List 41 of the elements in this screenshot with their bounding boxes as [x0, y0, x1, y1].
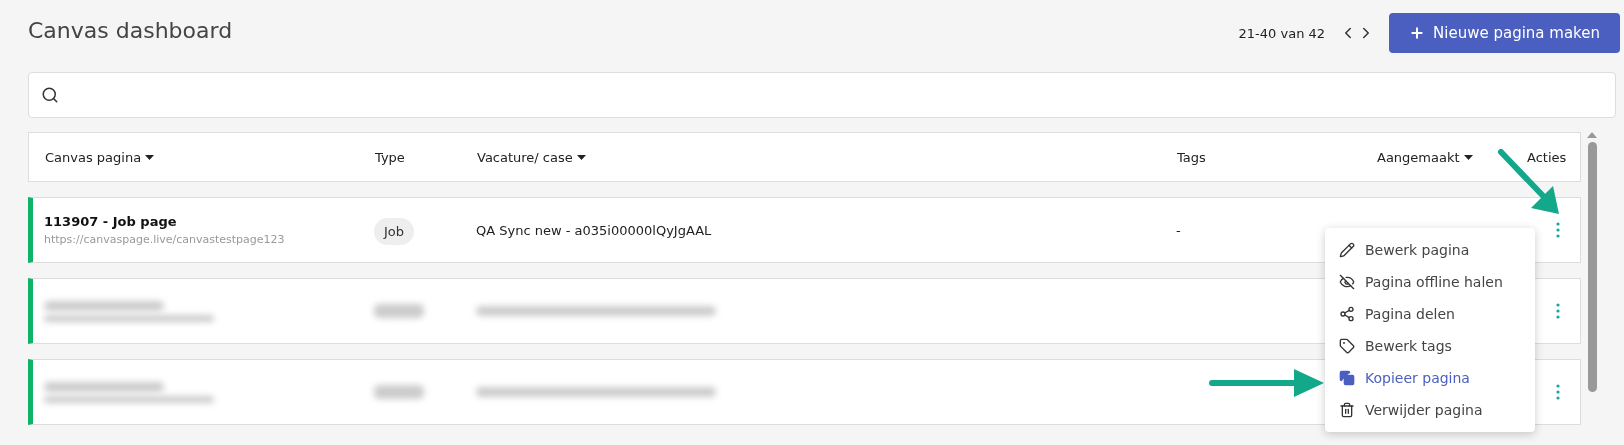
- page-range: 21-40 van 42: [1238, 25, 1326, 41]
- page-title: Canvas dashboard: [28, 17, 233, 43]
- column-header: Tags: [1177, 149, 1207, 165]
- type-tag: Job: [374, 217, 415, 245]
- eye-off-icon: [1339, 274, 1355, 290]
- blurred-text: [374, 385, 424, 399]
- menu-item[interactable]: Pagina offline halen: [1325, 266, 1535, 298]
- pencil-icon: [1339, 242, 1355, 258]
- menu-item[interactable]: Kopieer pagina: [1325, 362, 1535, 394]
- new-page-button[interactable]: Nieuwe pagina maken: [1389, 13, 1620, 53]
- scroll-up-icon[interactable]: [1587, 132, 1598, 138]
- actions-button[interactable]: [1556, 303, 1561, 319]
- tags-cell-text: -: [1176, 222, 1182, 238]
- case-cell-text: QA Sync new - a035i00000lQyJgAAL: [476, 222, 713, 238]
- more-icon: [1556, 303, 1561, 319]
- more-icon: [1556, 384, 1561, 400]
- column-header: Type: [375, 149, 406, 165]
- sort-caret-icon: [576, 154, 586, 160]
- search-icon: [41, 86, 59, 104]
- more-icon: [1556, 222, 1561, 238]
- trash-icon: [1339, 402, 1355, 418]
- menu-item[interactable]: Verwijder pagina: [1325, 394, 1535, 426]
- scrollbar-thumb[interactable]: [1587, 142, 1597, 392]
- column-header: Acties: [1527, 149, 1567, 165]
- menu-item[interactable]: Bewerk pagina: [1325, 234, 1535, 266]
- tag-icon: [1339, 338, 1355, 354]
- page-name: 113907 - Job page: [44, 214, 178, 229]
- actions-button[interactable]: [1556, 384, 1561, 400]
- menu-item[interactable]: Bewerk tags: [1325, 330, 1535, 362]
- copy-icon: [1339, 370, 1355, 386]
- actions-button[interactable]: [1556, 222, 1561, 238]
- blurred-text: [374, 304, 424, 318]
- menu-item[interactable]: Pagina delen: [1325, 298, 1535, 330]
- share-icon: [1339, 306, 1355, 322]
- sort-caret-icon: [145, 154, 155, 160]
- sort-caret-icon: [1463, 154, 1473, 160]
- column-header[interactable]: Aangemaakt: [1377, 149, 1527, 165]
- column-header[interactable]: Canvas pagina: [45, 149, 375, 165]
- page-url: https://canvaspage.live/canvastestpage123: [44, 233, 286, 246]
- column-header[interactable]: Vacature/ case: [477, 149, 1177, 165]
- search-field[interactable]: [28, 72, 1616, 118]
